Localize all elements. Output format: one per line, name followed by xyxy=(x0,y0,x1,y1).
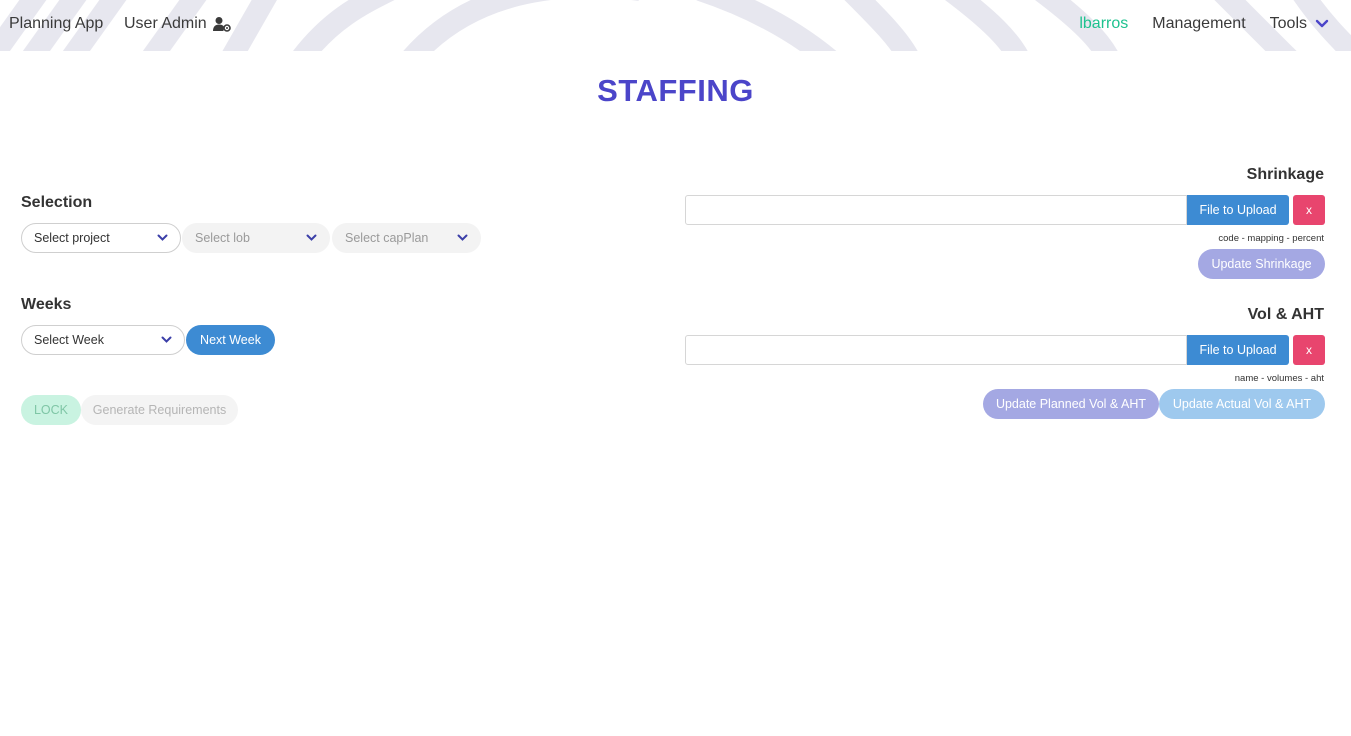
project-select[interactable]: Select project xyxy=(21,223,181,253)
nav-management[interactable]: Management xyxy=(1152,15,1245,33)
capplan-select-value: Select capPlan xyxy=(345,231,429,245)
nav-tools-label: Tools xyxy=(1269,15,1307,32)
shrinkage-clear-button[interactable]: x xyxy=(1293,195,1325,225)
shrinkage-label: Shrinkage xyxy=(1246,166,1324,183)
vol-aht-format-hint: name - volumes - aht xyxy=(1234,373,1324,384)
chevron-down-icon xyxy=(157,234,168,241)
generate-requirements-button[interactable]: Generate Requirements xyxy=(81,395,238,425)
chevron-down-icon xyxy=(457,234,468,241)
shrinkage-format-hint: code - mapping - percent xyxy=(1218,233,1324,244)
vol-aht-label: Vol & AHT xyxy=(1247,306,1324,323)
week-select[interactable]: Select Week xyxy=(21,325,185,355)
capplan-select[interactable]: Select capPlan xyxy=(332,223,481,253)
lock-button[interactable]: LOCK xyxy=(21,395,81,425)
user-admin-label: User Admin xyxy=(124,15,207,32)
shrinkage-upload-button[interactable]: File to Upload xyxy=(1187,195,1289,225)
chevron-down-icon xyxy=(161,336,172,343)
chevron-down-icon xyxy=(306,234,317,241)
lob-select[interactable]: Select lob xyxy=(182,223,330,253)
selection-label: Selection xyxy=(21,194,93,211)
shrinkage-file-input[interactable] xyxy=(685,195,1187,225)
weeks-label: Weeks xyxy=(21,296,72,313)
update-shrinkage-button[interactable]: Update Shrinkage xyxy=(1198,249,1325,279)
chevron-down-icon xyxy=(1315,19,1329,28)
top-navbar: Planning App User Admin lbarros Manageme… xyxy=(0,0,1351,51)
next-week-button[interactable]: Next Week xyxy=(186,325,275,355)
vol-aht-clear-button[interactable]: x xyxy=(1293,335,1325,365)
nav-right-menu: lbarros Management Tools xyxy=(1079,15,1329,33)
nav-tools-dropdown[interactable]: Tools xyxy=(1270,15,1329,33)
project-select-value: Select project xyxy=(34,231,110,245)
page-title: STAFFING xyxy=(597,73,754,108)
update-actual-vol-aht-button[interactable]: Update Actual Vol & AHT xyxy=(1159,389,1325,419)
week-select-value: Select Week xyxy=(34,333,104,347)
nav-username[interactable]: lbarros xyxy=(1079,15,1128,33)
update-planned-vol-aht-button[interactable]: Update Planned Vol & AHT xyxy=(983,389,1159,419)
user-admin-link[interactable]: User Admin xyxy=(124,15,231,33)
user-cog-icon xyxy=(212,17,231,32)
vol-aht-upload-button[interactable]: File to Upload xyxy=(1187,335,1289,365)
vol-aht-file-input[interactable] xyxy=(685,335,1187,365)
lob-select-value: Select lob xyxy=(195,231,250,245)
brand-link[interactable]: Planning App xyxy=(9,15,103,33)
